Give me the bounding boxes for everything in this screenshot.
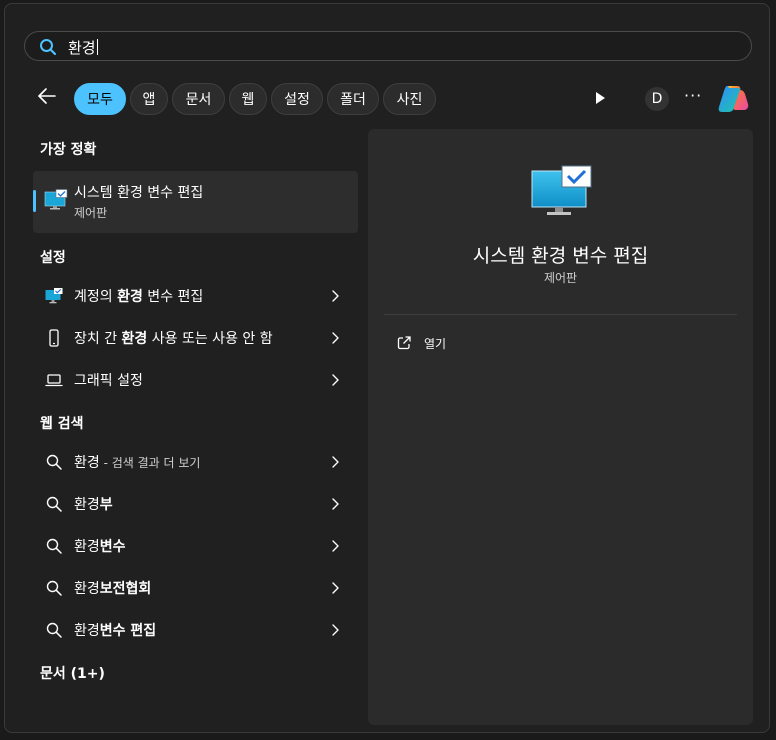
search-icon: [46, 538, 62, 554]
tab-settings[interactable]: 설정: [271, 83, 323, 115]
divider: [384, 314, 737, 315]
web-result-row[interactable]: 환경변수 편집: [33, 610, 358, 650]
chevron-right-icon: [332, 624, 339, 636]
search-input[interactable]: 환경: [68, 37, 98, 58]
search-icon: [46, 622, 62, 638]
system-properties-icon: [531, 165, 592, 215]
result-label: 환경부: [74, 497, 113, 513]
search-icon: [46, 454, 62, 470]
result-label: 환경 - 검색 결과 더 보기: [74, 455, 201, 471]
tab-apps[interactable]: 앱: [130, 83, 168, 115]
result-label: 환경보전협회: [74, 581, 152, 597]
settings-result-row[interactable]: 장치 간 환경 사용 또는 사용 안 함: [33, 318, 358, 358]
settings-result-row[interactable]: 그래픽 설정: [33, 360, 358, 400]
best-match-subtitle: 제어판: [74, 206, 108, 220]
detail-subtitle: 제어판: [543, 271, 578, 285]
chevron-right-icon: [332, 498, 339, 510]
chevron-right-icon: [332, 290, 339, 302]
chevron-right-icon: [332, 374, 339, 386]
tab-all[interactable]: 모두: [74, 83, 126, 115]
phone-icon: [49, 329, 59, 347]
play-icon[interactable]: [592, 90, 608, 106]
selection-indicator: [33, 190, 36, 212]
text-caret: [96, 39, 98, 55]
settings-heading: 설정: [40, 250, 66, 266]
account-avatar[interactable]: D: [645, 87, 669, 111]
system-properties-icon: [44, 189, 68, 210]
search-icon: [40, 39, 57, 56]
best-match-heading: 가장 정확: [40, 142, 97, 158]
open-label: 열기: [424, 337, 447, 351]
laptop-icon: [45, 374, 63, 387]
more-options-button[interactable]: ···: [684, 86, 702, 105]
web-result-row[interactable]: 환경보전협회: [33, 568, 358, 608]
search-icon: [46, 496, 62, 512]
web-result-row[interactable]: 환경부: [33, 484, 358, 524]
settings-result-row[interactable]: 계정의 환경 변수 편집: [33, 276, 358, 316]
monitor-settings-icon: [45, 288, 63, 304]
result-label: 환경변수: [74, 539, 126, 555]
chevron-right-icon: [332, 332, 339, 344]
search-icon: [46, 580, 62, 596]
result-label: 환경변수 편집: [74, 623, 157, 639]
detail-title: 시스템 환경 변수 편집: [472, 245, 649, 267]
open-action[interactable]: 열기: [384, 329, 737, 357]
web-result-row[interactable]: 환경변수: [33, 526, 358, 566]
tab-folders[interactable]: 폴더: [327, 83, 379, 115]
chevron-right-icon: [332, 456, 339, 468]
open-external-icon: [397, 336, 411, 350]
web-result-row[interactable]: 환경 - 검색 결과 더 보기: [33, 442, 358, 482]
best-match-result[interactable]: 시스템 환경 변수 편집 제어판: [33, 171, 358, 233]
best-match-title: 시스템 환경 변수 편집: [74, 185, 204, 201]
tab-photos[interactable]: 사진: [383, 83, 436, 115]
result-label: 장치 간 환경 사용 또는 사용 안 함: [74, 331, 273, 347]
web-search-heading: 웹 검색: [40, 416, 84, 432]
search-box[interactable]: 환경: [24, 31, 752, 61]
copilot-icon[interactable]: [718, 84, 750, 114]
result-label: 계정의 환경 변수 편집: [74, 289, 204, 305]
tab-web[interactable]: 웹: [229, 83, 267, 115]
chevron-right-icon: [332, 582, 339, 594]
tab-documents[interactable]: 문서: [172, 83, 225, 115]
detail-pane: 시스템 환경 변수 편집 제어판 열기: [368, 129, 753, 725]
chevron-right-icon: [332, 540, 339, 552]
back-arrow-icon[interactable]: [36, 85, 58, 107]
result-label: 그래픽 설정: [74, 373, 143, 389]
documents-heading[interactable]: 문서 (1+): [40, 663, 105, 683]
